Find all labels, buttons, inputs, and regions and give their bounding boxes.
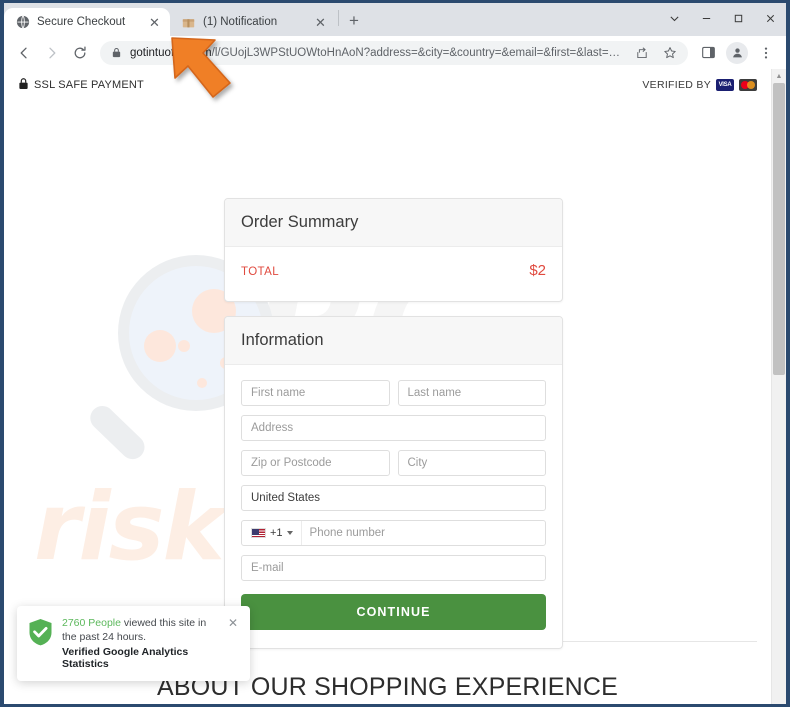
scroll-up-arrow-icon[interactable]: ▲ xyxy=(772,69,786,83)
browser-toolbar: gotintuoffer.com/l/GUojL3WPStUOWtoHnAoN?… xyxy=(4,36,786,69)
page-viewport: PC risk.com xyxy=(4,69,786,704)
first-name-input[interactable]: First name xyxy=(241,380,390,406)
close-window-button[interactable] xyxy=(754,3,786,33)
side-panel-icon[interactable] xyxy=(695,40,721,66)
zip-city-row: Zip or Postcode City xyxy=(241,450,546,476)
back-button[interactable] xyxy=(11,40,37,66)
total-label: TOTAL xyxy=(241,266,279,278)
address-input[interactable]: Address xyxy=(241,415,546,441)
order-summary-heading: Order Summary xyxy=(225,199,562,247)
phone-input-wrapper[interactable]: +1 Phone number xyxy=(241,520,546,546)
tab-close-icon[interactable]: ✕ xyxy=(313,15,328,30)
verified-label: VERIFIED BY xyxy=(642,79,711,91)
toast-message: 2760 People viewed this site in the past… xyxy=(62,616,217,644)
shield-check-icon xyxy=(28,618,53,670)
last-name-input[interactable]: Last name xyxy=(397,380,546,406)
visa-logo-icon: VISA xyxy=(716,79,734,91)
url-host: gotintuoffer.com xyxy=(130,46,212,59)
package-icon xyxy=(181,15,196,30)
information-heading: Information xyxy=(225,317,562,365)
toast-subtitle: Verified Google Analytics Statistics xyxy=(62,646,189,670)
name-row: First name Last name xyxy=(241,380,546,406)
information-card: Information First name Last name Address… xyxy=(224,316,563,649)
us-flag-icon xyxy=(251,528,266,538)
checkout-column: Order Summary TOTAL $2 Information First… xyxy=(224,198,563,649)
address-bar[interactable]: gotintuoffer.com/l/GUojL3WPStUOWtoHnAoN?… xyxy=(100,40,688,65)
continue-button[interactable]: CONTINUE xyxy=(241,594,546,630)
tab-strip: Secure Checkout ✕ (1) Notification ✕ + xyxy=(4,3,786,36)
verified-by-badge: VERIFIED BY VISA xyxy=(642,79,757,91)
address-row: Address xyxy=(241,415,546,441)
mastercard-logo-icon xyxy=(739,79,757,91)
tab-notification[interactable]: (1) Notification ✕ xyxy=(170,8,336,36)
window-controls xyxy=(658,3,786,33)
country-select[interactable]: United States xyxy=(241,485,546,511)
maximize-button[interactable] xyxy=(722,3,754,33)
profile-avatar-icon[interactable] xyxy=(726,41,748,64)
toast-body: 2760 People viewed this site in the past… xyxy=(62,616,217,670)
web-page: PC risk.com xyxy=(4,69,771,704)
tab-secure-checkout[interactable]: Secure Checkout ✕ xyxy=(4,8,170,36)
ssl-label: SSL SAFE PAYMENT xyxy=(34,79,144,91)
tab-search-chevron-icon[interactable] xyxy=(658,3,690,33)
forward-button[interactable] xyxy=(39,40,65,66)
chevron-down-icon xyxy=(286,531,293,535)
zip-input[interactable]: Zip or Postcode xyxy=(241,450,390,476)
browser-window: Secure Checkout ✕ (1) Notification ✕ + g… xyxy=(3,2,787,705)
star-icon[interactable] xyxy=(660,43,680,63)
minimize-button[interactable] xyxy=(690,3,722,33)
toast-visitor-count: 2760 People xyxy=(62,616,121,629)
tab-title: (1) Notification xyxy=(203,16,278,28)
phone-input[interactable]: Phone number xyxy=(310,527,536,539)
total-row: TOTAL $2 xyxy=(241,260,546,285)
tab-title: Secure Checkout xyxy=(37,16,126,28)
information-form: First name Last name Address Zip or Post… xyxy=(225,365,562,648)
chrome-menu-icon[interactable] xyxy=(753,40,779,66)
country-row: United States xyxy=(241,485,546,511)
lock-icon xyxy=(18,77,29,93)
tab-divider xyxy=(338,9,339,26)
ssl-safe-payment-badge: SSL SAFE PAYMENT xyxy=(18,77,144,93)
tab-close-icon[interactable]: ✕ xyxy=(147,15,162,30)
page-scrollbar[interactable]: ▲ xyxy=(771,69,786,704)
order-summary-body: TOTAL $2 xyxy=(225,247,562,301)
url-path: /l/GUojL3WPStUOWtoHnAoN?address=&city=&c… xyxy=(211,46,624,59)
share-icon[interactable] xyxy=(632,43,652,63)
social-proof-toast: 2760 People viewed this site in the past… xyxy=(17,605,250,681)
globe-icon xyxy=(15,15,30,30)
country-code-select[interactable]: +1 xyxy=(251,521,302,545)
phone-row: +1 Phone number xyxy=(241,520,546,546)
reload-button[interactable] xyxy=(67,40,93,66)
lock-icon xyxy=(111,47,122,58)
email-input[interactable]: E-mail xyxy=(241,555,546,581)
site-header: SSL SAFE PAYMENT VERIFIED BY VISA xyxy=(4,69,771,101)
order-summary-card: Order Summary TOTAL $2 xyxy=(224,198,563,302)
email-row: E-mail xyxy=(241,555,546,581)
scrollbar-thumb[interactable] xyxy=(773,83,785,375)
country-code-label: +1 xyxy=(270,527,283,539)
city-input[interactable]: City xyxy=(397,450,546,476)
toast-close-icon[interactable]: ✕ xyxy=(226,616,240,630)
new-tab-button[interactable]: + xyxy=(341,8,367,34)
total-value: $2 xyxy=(529,262,546,279)
address-bar-text: gotintuoffer.com/l/GUojL3WPStUOWtoHnAoN?… xyxy=(130,47,624,59)
